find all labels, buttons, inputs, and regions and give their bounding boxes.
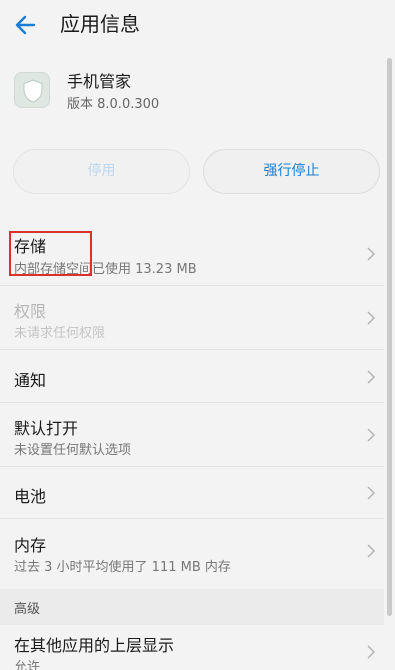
row-subtitle: 过去 3 小时平均使用了 111 MB 内存 xyxy=(14,560,231,575)
row-permissions[interactable]: 权限 未请求任何权限 xyxy=(0,286,384,350)
row-subtitle: 未请求任何权限 xyxy=(14,326,106,341)
app-version: 版本 8.0.0.300 xyxy=(67,97,160,112)
row-battery[interactable]: 电池 xyxy=(0,467,384,519)
chevron-right-icon xyxy=(367,311,376,325)
highlight-box xyxy=(9,231,92,276)
app-name: 手机管家 xyxy=(67,72,132,91)
chevron-right-icon xyxy=(367,247,376,261)
section-label: 高级 xyxy=(14,602,41,617)
app-icon xyxy=(14,72,50,108)
app-summary: 手机管家 版本 8.0.0.300 xyxy=(0,50,395,138)
section-header-advanced: 高级 xyxy=(0,589,384,625)
row-title: 权限 xyxy=(14,302,47,321)
page-title: 应用信息 xyxy=(60,12,140,36)
chevron-right-icon xyxy=(367,428,376,442)
row-title: 默认打开 xyxy=(14,419,79,438)
chevron-right-icon xyxy=(367,370,376,384)
row-open-by-default[interactable]: 默认打开 未设置任何默认选项 xyxy=(0,403,384,467)
row-notifications[interactable]: 通知 xyxy=(0,350,384,403)
row-draw-over-apps[interactable]: 在其他应用的上层显示 允许 xyxy=(0,625,384,670)
chevron-right-icon xyxy=(367,645,376,659)
row-title: 在其他应用的上层显示 xyxy=(14,636,175,655)
row-title: 电池 xyxy=(14,487,47,506)
app-bar: 应用信息 xyxy=(0,0,395,50)
row-title: 内存 xyxy=(14,536,47,555)
force-stop-button[interactable]: 强行停止 xyxy=(203,149,380,194)
disable-button[interactable]: 停用 xyxy=(13,149,190,194)
row-memory[interactable]: 内存 过去 3 小时平均使用了 111 MB 内存 xyxy=(0,519,384,589)
chevron-right-icon xyxy=(367,544,376,558)
chevron-right-icon xyxy=(367,486,376,500)
row-subtitle: 未设置任何默认选项 xyxy=(14,443,132,458)
row-subtitle: 允许 xyxy=(14,660,41,670)
scrollbar[interactable] xyxy=(387,58,392,616)
arrow-left-icon[interactable] xyxy=(10,9,42,41)
row-title: 通知 xyxy=(14,371,47,390)
shield-icon xyxy=(23,79,43,103)
